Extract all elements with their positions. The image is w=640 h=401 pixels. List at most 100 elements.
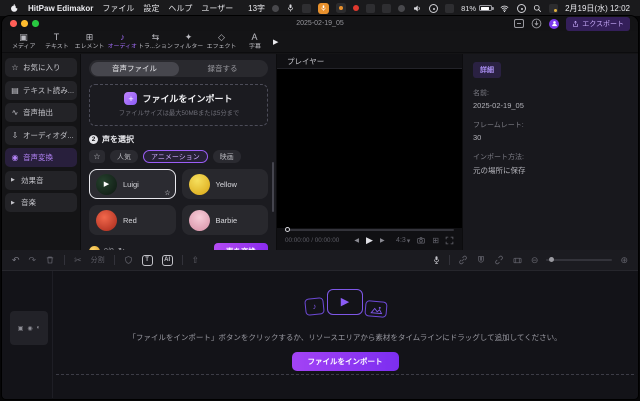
tab-effects[interactable]: ◇エフェクト bbox=[205, 33, 238, 50]
active-mic-icon[interactable] bbox=[318, 3, 329, 14]
minimize-window-button[interactable] bbox=[21, 20, 28, 27]
record-voiceover-icon[interactable] bbox=[432, 255, 441, 265]
shield-icon[interactable] bbox=[124, 255, 133, 265]
tab-audio-file[interactable]: 音声ファイル bbox=[91, 62, 179, 76]
timer-icon[interactable] bbox=[429, 4, 438, 13]
tab-details[interactable]: 詳細 bbox=[473, 62, 501, 78]
link-icon[interactable] bbox=[458, 255, 468, 265]
track-visibility-icon[interactable]: ◉ bbox=[27, 325, 32, 332]
stream-app-icon[interactable] bbox=[445, 4, 454, 13]
tab-record[interactable]: 録音する bbox=[179, 62, 267, 76]
tab-filter[interactable]: ✦フィルター bbox=[172, 33, 205, 50]
tab-text[interactable]: Tテキスト bbox=[40, 33, 73, 50]
voice-card-luigi[interactable]: ▶ Luigi ☆ bbox=[89, 169, 176, 199]
menu-file[interactable]: ファイル bbox=[102, 3, 134, 14]
dim-status-icon[interactable] bbox=[398, 5, 405, 12]
user-avatar[interactable] bbox=[549, 19, 559, 29]
sidebar-item-favorites[interactable]: ☆お気に入り bbox=[5, 58, 77, 77]
search-icon[interactable] bbox=[533, 4, 542, 13]
macos-menubar: HitPaw Edimakor ファイル 設定 ヘルプ ユーザー 13字 81% bbox=[0, 0, 640, 16]
screen-record-icon[interactable] bbox=[336, 3, 346, 13]
play-icon[interactable]: ▶ bbox=[96, 174, 117, 195]
previous-frame-button[interactable]: ◀ bbox=[354, 237, 359, 244]
sidebar-item-music[interactable]: ▶音楽 bbox=[5, 193, 77, 212]
filmstrip-icon[interactable] bbox=[512, 256, 523, 265]
timeline-toolbar: ↶ ↷ ✂ 分割 T AI ⇧ bbox=[2, 250, 638, 271]
tab-elements[interactable]: ⊞エレメント bbox=[73, 33, 106, 50]
wifi-icon[interactable] bbox=[499, 4, 510, 13]
control-center-icon[interactable] bbox=[517, 4, 526, 13]
voice-card-barbie[interactable]: Barbie bbox=[182, 205, 269, 235]
app-status-icon-1[interactable] bbox=[366, 4, 375, 13]
close-window-button[interactable] bbox=[10, 20, 17, 27]
step-select-voice: 2 声を選択 bbox=[89, 134, 268, 145]
battery-indicator[interactable]: 81% bbox=[461, 4, 492, 13]
zoom-slider-handle[interactable] bbox=[549, 257, 554, 262]
upload-box-icon[interactable]: ⇧ bbox=[192, 256, 200, 265]
record-dot-icon[interactable] bbox=[353, 5, 359, 11]
volume-icon[interactable] bbox=[412, 4, 422, 13]
track-volume-icon[interactable]: ◐ bbox=[37, 325, 41, 331]
tag-animation[interactable]: アニメーション bbox=[143, 150, 208, 163]
magnet-icon[interactable] bbox=[476, 255, 486, 265]
redo-icon[interactable]: ↷ bbox=[29, 256, 37, 265]
panel-scrollbar[interactable] bbox=[272, 162, 274, 212]
fullscreen-icon[interactable] bbox=[445, 236, 454, 245]
zoom-window-button[interactable] bbox=[32, 20, 39, 27]
voice-changer-icon: ◉ bbox=[11, 153, 19, 162]
status-circle-icon[interactable] bbox=[272, 5, 279, 12]
split-icon[interactable]: ✂ bbox=[74, 256, 82, 265]
feedback-icon[interactable] bbox=[514, 19, 524, 28]
expand-tabs-icon[interactable]: ▶ bbox=[273, 38, 278, 46]
undo-icon[interactable]: ↶ bbox=[12, 256, 20, 265]
avatar: ▶ bbox=[96, 174, 117, 195]
download-tray-icon: ⇩ bbox=[11, 131, 19, 140]
tag-movie[interactable]: 映画 bbox=[213, 150, 241, 163]
mic-status-icon[interactable] bbox=[286, 3, 295, 13]
menu-user[interactable]: ユーザー bbox=[201, 3, 233, 14]
player-title: プレイヤー bbox=[277, 54, 462, 69]
sidebar-item-voice-changer[interactable]: ◉音声変換 bbox=[5, 148, 77, 167]
sidebar-item-text-to-speech[interactable]: ▤テキスト読み... bbox=[5, 81, 77, 100]
app-status-icon-2[interactable] bbox=[382, 4, 391, 13]
aspect-ratio-select[interactable]: 4:3 ▾ bbox=[396, 237, 410, 245]
sidebar-item-audio-download[interactable]: ⇩オーディオダ... bbox=[5, 126, 77, 145]
zoom-out-icon[interactable]: ⊖ bbox=[531, 256, 539, 265]
display-status-icon[interactable] bbox=[302, 4, 311, 13]
download-icon[interactable] bbox=[531, 18, 542, 29]
menu-settings[interactable]: 設定 bbox=[143, 3, 159, 14]
menubar-clock[interactable]: 2月19日(水) 12:02 bbox=[565, 3, 630, 14]
favorites-filter-button[interactable]: ☆ bbox=[89, 150, 105, 163]
zoom-in-icon[interactable]: ⊕ bbox=[620, 256, 628, 265]
ai-subtitle-icon[interactable]: AI bbox=[162, 255, 173, 266]
track-lock-icon[interactable]: ▣ bbox=[18, 325, 24, 332]
tab-media[interactable]: ▣メディア bbox=[7, 33, 40, 50]
tab-subtitle[interactable]: A字幕 bbox=[238, 33, 271, 50]
video-preview[interactable] bbox=[277, 69, 462, 228]
tab-transition[interactable]: ⇆トラ...ション bbox=[139, 33, 172, 50]
snapshot-icon[interactable] bbox=[416, 236, 426, 245]
menu-help[interactable]: ヘルプ bbox=[168, 3, 192, 14]
delete-icon[interactable] bbox=[45, 255, 55, 265]
tab-audio[interactable]: ♪オーディオ bbox=[106, 33, 139, 50]
next-frame-button[interactable]: ▶ bbox=[380, 237, 385, 244]
voice-card-red[interactable]: Red bbox=[89, 205, 176, 235]
sidebar-item-voice-extract[interactable]: ∿音声抽出 bbox=[5, 103, 77, 122]
weather-status[interactable]: 13字 bbox=[248, 3, 265, 14]
play-button[interactable]: ▶ bbox=[366, 235, 373, 246]
export-button[interactable]: エクスポート bbox=[566, 17, 630, 31]
apple-menu-icon[interactable] bbox=[10, 3, 19, 13]
import-dropzone[interactable]: + ファイルをインポート ファイルサイズは最大50MBまたは5分まで bbox=[89, 84, 268, 126]
tag-popular[interactable]: 人気 bbox=[110, 150, 138, 163]
sidebar-item-sound-effects[interactable]: ▶効果音 bbox=[5, 171, 77, 190]
grid-icon[interactable]: ⊞ bbox=[432, 236, 439, 245]
input-source-icon[interactable] bbox=[549, 4, 558, 13]
unlink-icon[interactable] bbox=[494, 255, 504, 265]
voice-card-yellow[interactable]: Yellow bbox=[182, 169, 269, 199]
menubar-app-name[interactable]: HitPaw Edimakor bbox=[28, 4, 93, 13]
add-text-icon[interactable]: T bbox=[142, 255, 153, 266]
app-window: 2025-02-19_05 エクスポート ▣メディア Tテキスト ⊞エレメント … bbox=[2, 16, 638, 399]
favorite-star-icon[interactable]: ☆ bbox=[164, 189, 170, 197]
timeline-import-button[interactable]: ファイルをインポート bbox=[292, 352, 399, 371]
timeline-zoom-slider[interactable] bbox=[546, 259, 612, 261]
